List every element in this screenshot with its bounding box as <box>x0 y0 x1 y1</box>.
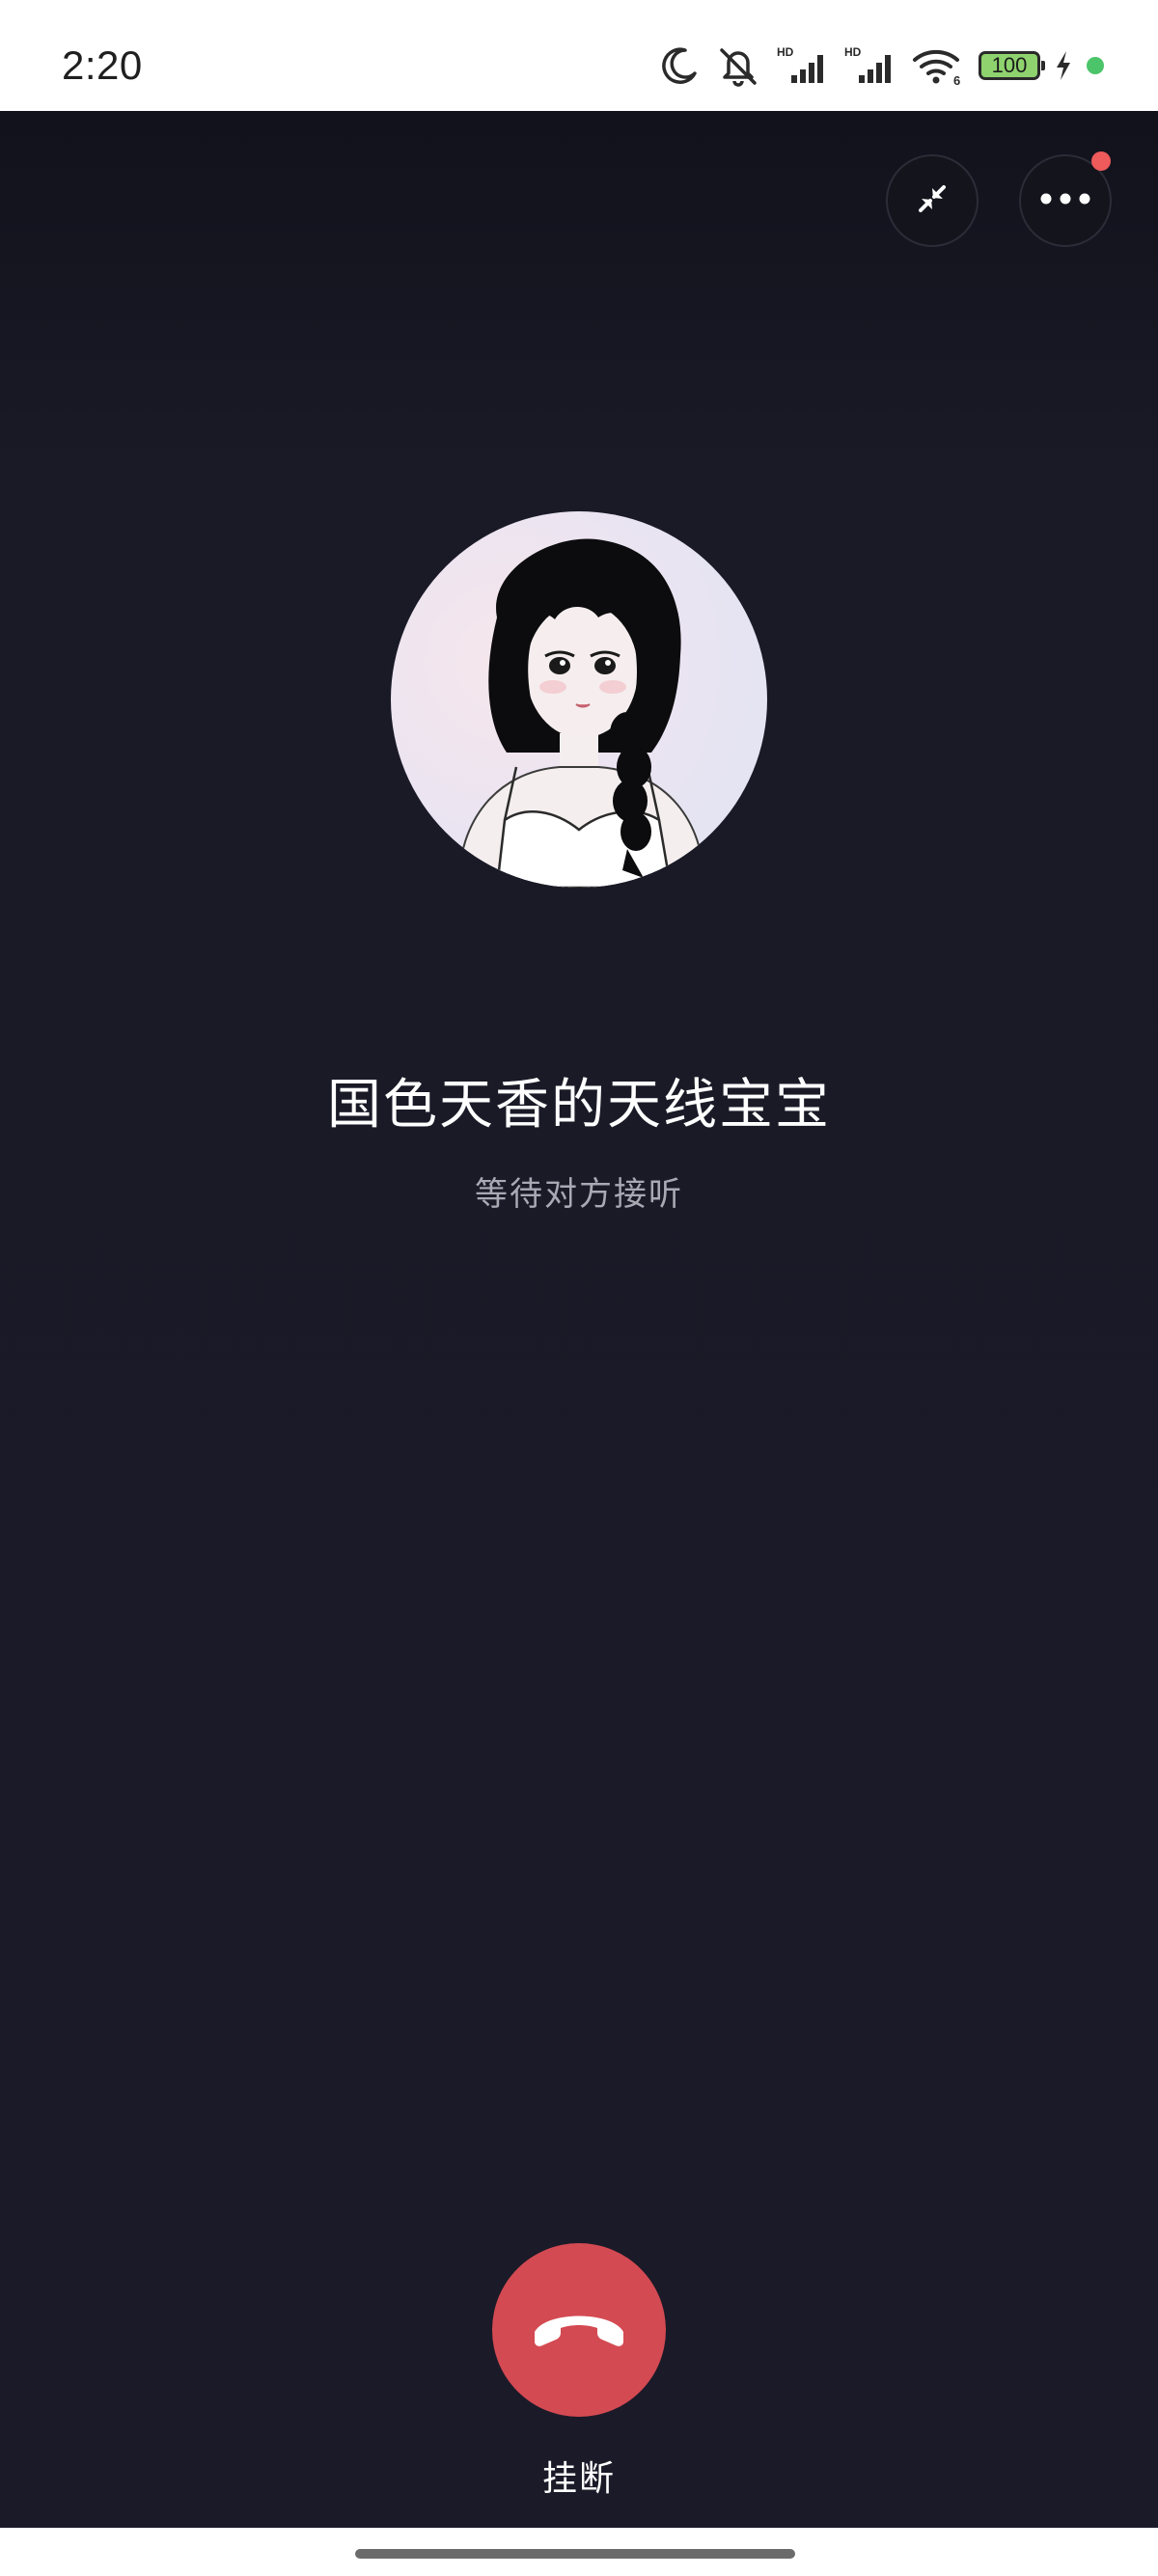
call-status: 等待对方接听 <box>475 1175 683 1214</box>
home-indicator[interactable] <box>355 2549 795 2559</box>
svg-text:6: 6 <box>953 73 960 87</box>
phone-hangup-icon <box>529 2303 629 2357</box>
battery-icon: 100 <box>979 51 1045 80</box>
green-dot-indicator <box>1087 57 1104 74</box>
notification-dot <box>1091 151 1111 171</box>
status-time: 2:20 <box>62 42 143 88</box>
hangup-button[interactable] <box>492 2243 666 2417</box>
status-icons: HD HD 6 100 <box>658 42 1104 89</box>
avatar <box>391 511 767 888</box>
mute-icon <box>714 44 762 87</box>
signal-hd-icon: HD <box>843 44 897 87</box>
signal-hd-icon: HD <box>776 44 830 87</box>
charging-icon <box>1054 49 1073 82</box>
call-screen: 国色天香的天线宝宝 等待对方接听 挂断 <box>0 111 1158 2528</box>
svg-text:HD: HD <box>777 45 794 59</box>
wifi-icon: 6 <box>911 44 965 87</box>
moon-icon <box>658 44 701 87</box>
contact-name: 国色天香的天线宝宝 <box>327 1074 831 1137</box>
hangup-label: 挂断 <box>541 2459 616 2499</box>
minimize-arrows-icon <box>909 176 955 226</box>
gesture-area <box>0 2528 1158 2576</box>
status-bar: 2:20 HD HD 6 100 <box>0 0 1158 111</box>
svg-text:HD: HD <box>844 45 862 59</box>
more-dots-icon <box>1038 191 1092 210</box>
minimize-button[interactable] <box>886 154 979 247</box>
